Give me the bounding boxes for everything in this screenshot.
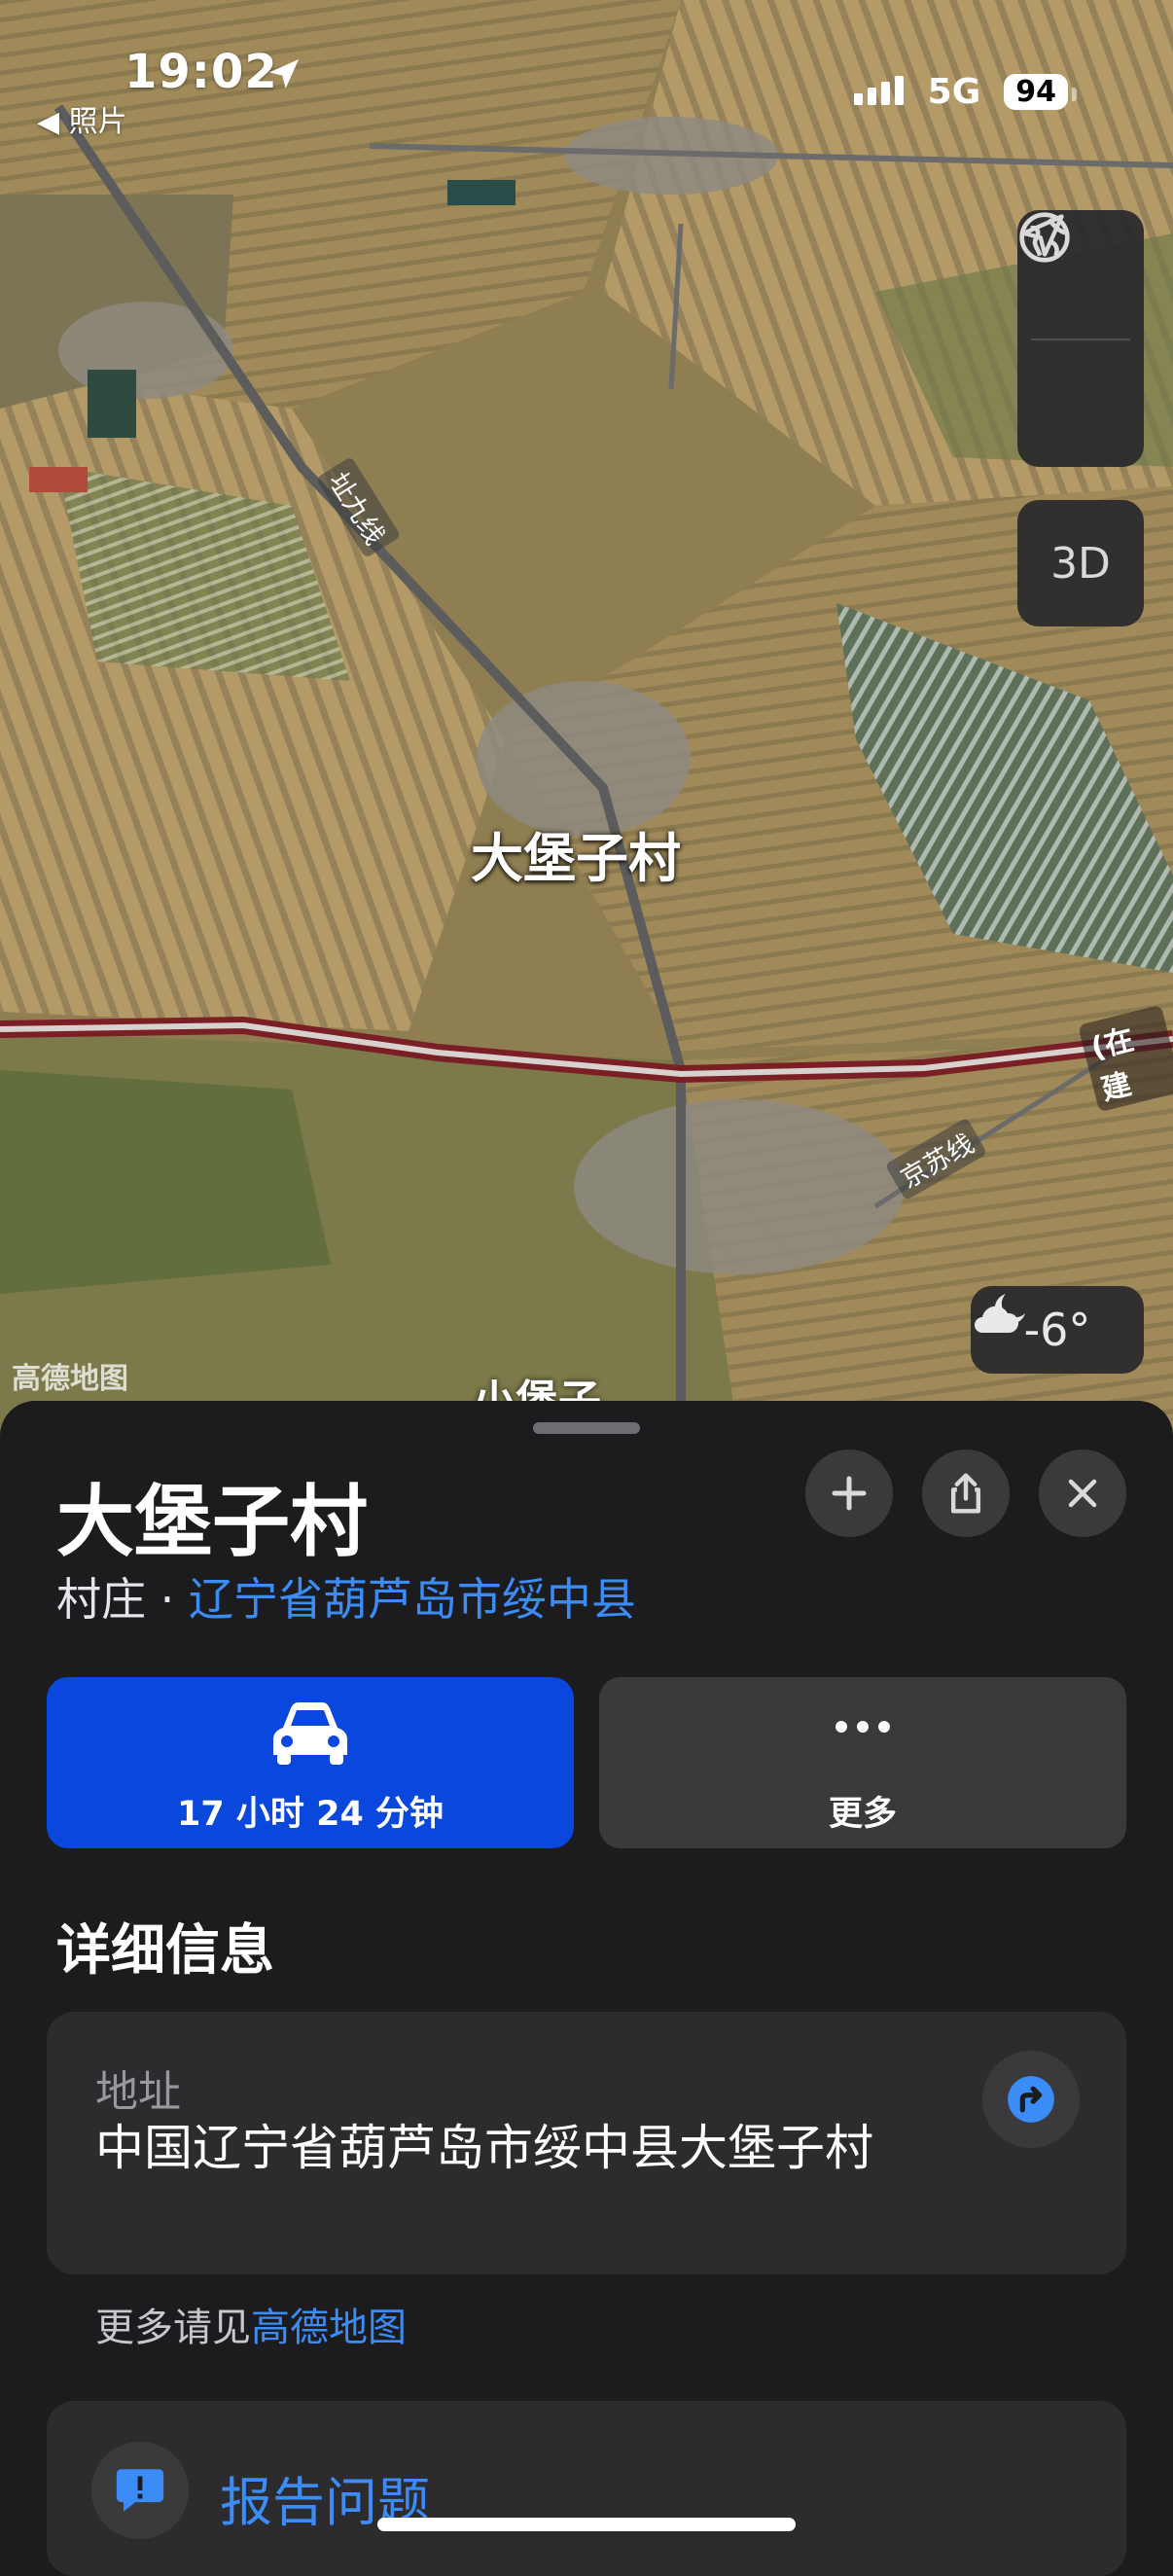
map-view[interactable]: 19:02 ◀ 照片 5G 94 3D 址九线 大堡子村 (在建 京苏线 小堡子… [0, 0, 1173, 1440]
network-type: 5G [927, 72, 981, 112]
share-button[interactable] [922, 1449, 1010, 1537]
close-icon [1068, 1479, 1097, 1508]
drive-time: 17 小时 24 分钟 [177, 1795, 444, 1834]
report-issue-card[interactable]: 报告问题 [47, 2401, 1126, 2576]
more-label: 更多 [828, 1795, 897, 1834]
3d-toggle-button[interactable]: 3D [1017, 500, 1144, 626]
share-icon [950, 1473, 981, 1514]
location-arrow-icon [1021, 214, 1064, 257]
more-button[interactable]: 更多 [599, 1677, 1126, 1848]
report-icon-wrap [91, 2442, 189, 2539]
partly-cloudy-night-icon [975, 1294, 1025, 1333]
details-heading: 详细信息 [56, 1919, 274, 1983]
add-button[interactable] [805, 1449, 893, 1537]
amap-link[interactable]: 高德地图 [251, 2306, 407, 2350]
battery-icon: 94 [1004, 74, 1077, 110]
close-button[interactable] [1039, 1449, 1126, 1537]
home-indicator[interactable] [377, 2518, 796, 2531]
place-title: 大堡子村 [56, 1477, 368, 1567]
address-card[interactable]: 地址 中国辽宁省葫芦岛市绥中县大堡子村 [47, 2012, 1126, 2274]
sheet-grabber[interactable] [533, 1422, 640, 1434]
locate-me-button[interactable] [1017, 214, 1144, 469]
temperature: -6° [1023, 1304, 1091, 1356]
drive-directions-button[interactable]: 17 小时 24 分钟 [47, 1677, 574, 1848]
turn-right-arrow-icon [1008, 2076, 1054, 2123]
address-value: 中国辽宁省葫芦岛市绥中县大堡子村 [95, 2120, 873, 2176]
region-link[interactable]: 辽宁省葫芦岛市绥中县 [189, 1573, 636, 1626]
place-subtitle: 村庄 · 辽宁省葫芦岛市绥中县 [56, 1564, 636, 1628]
place-category: 村庄 · [56, 1573, 189, 1626]
satellite-imagery [0, 0, 1173, 1440]
more-info-line: 更多请见高德地图 [95, 2296, 407, 2352]
plus-icon [832, 1476, 867, 1511]
place-sheet: 大堡子村 村庄 · 辽宁省葫芦岛市绥中县 17 小时 24 分钟 更多 详细信息… [0, 1401, 1173, 2576]
signal-icon [853, 75, 908, 109]
directions-button[interactable] [982, 2051, 1080, 2148]
weather-badge[interactable]: -6° [971, 1286, 1144, 1374]
status-time: 19:02 [124, 45, 278, 99]
ellipsis-icon [835, 1721, 890, 1733]
back-to-photos-link[interactable]: ◀ 照片 [37, 97, 127, 140]
exclamation-bubble-icon [116, 2469, 164, 2512]
more-info-prefix: 更多请见 [95, 2306, 251, 2350]
map-controls [1017, 210, 1144, 467]
address-label: 地址 [95, 2067, 181, 2117]
map-attribution: 高德地图 [12, 1362, 128, 1396]
car-icon [273, 1702, 347, 1765]
village-label[interactable]: 大堡子村 [471, 815, 681, 892]
status-indicators: 5G 94 [853, 72, 1077, 112]
